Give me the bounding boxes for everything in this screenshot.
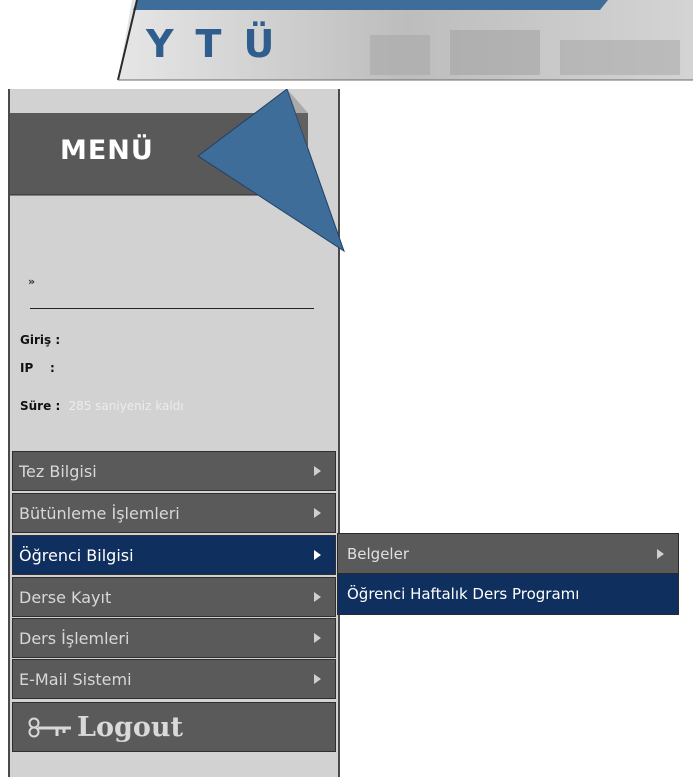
menu-item-butunleme-islemleri[interactable]: Bütünleme İşlemleri (12, 493, 336, 533)
arrow-right-icon (314, 633, 321, 643)
menu-item-label: Ders İşlemleri (19, 628, 130, 648)
menu-item-derse-kayit[interactable]: Derse Kayıt (12, 577, 336, 617)
menu-item-tez-bilgisi[interactable]: Tez Bilgisi (12, 451, 336, 491)
key-icon (28, 717, 71, 738)
menu-item-label: Tez Bilgisi (19, 461, 97, 481)
menu-item-ogrenci-bilgisi[interactable]: Öğrenci Bilgisi (12, 535, 336, 575)
arrow-right-icon (314, 466, 321, 476)
logout-label: Logout (77, 711, 183, 743)
header-banner (0, 0, 693, 95)
menu-header (8, 89, 353, 259)
arrow-right-icon (314, 592, 321, 602)
time-label: Süre (20, 399, 52, 413)
submenu-item-belgeler[interactable]: Belgeler (338, 534, 678, 574)
menu-item-label: Öğrenci Bilgisi (19, 545, 134, 565)
menu-title: MENÜ (60, 135, 154, 166)
submenu-item-label: Belgeler (347, 544, 409, 563)
breadcrumb-marker: » (28, 275, 36, 288)
login-label: Giriş (20, 333, 52, 347)
arrow-right-icon (314, 674, 321, 684)
time-info: Süre : 285 saniyeniz kaldı (20, 399, 184, 413)
divider (30, 308, 314, 309)
arrow-right-icon (314, 508, 321, 518)
logout-button[interactable]: Logout (12, 702, 336, 752)
menu-item-label: E-Mail Sistemi (19, 669, 132, 689)
submenu-item-haftalik-ders-programi[interactable]: Öğrenci Haftalık Ders Programı (338, 574, 678, 614)
arrow-right-icon (657, 548, 664, 559)
time-remaining: 285 saniyeniz kaldı (68, 399, 184, 413)
site-logo: YTÜ (146, 22, 297, 66)
ip-info: IP : (20, 361, 55, 375)
time-separator: : (55, 399, 61, 413)
arrow-right-icon (314, 550, 321, 560)
submenu-item-label: Öğrenci Haftalık Ders Programı (347, 585, 580, 603)
ip-separator: : (49, 361, 55, 375)
login-separator: : (55, 333, 61, 347)
ip-label: IP (20, 361, 34, 375)
login-info: Giriş : (20, 333, 60, 347)
submenu-ogrenci-bilgisi: Belgeler Öğrenci Haftalık Ders Programı (337, 533, 679, 615)
menu-item-label: Derse Kayıt (19, 587, 112, 607)
menu-item-ders-islemleri[interactable]: Ders İşlemleri (12, 618, 336, 658)
menu-item-label: Bütünleme İşlemleri (19, 503, 180, 523)
menu-item-email-sistemi[interactable]: E-Mail Sistemi (12, 659, 336, 699)
